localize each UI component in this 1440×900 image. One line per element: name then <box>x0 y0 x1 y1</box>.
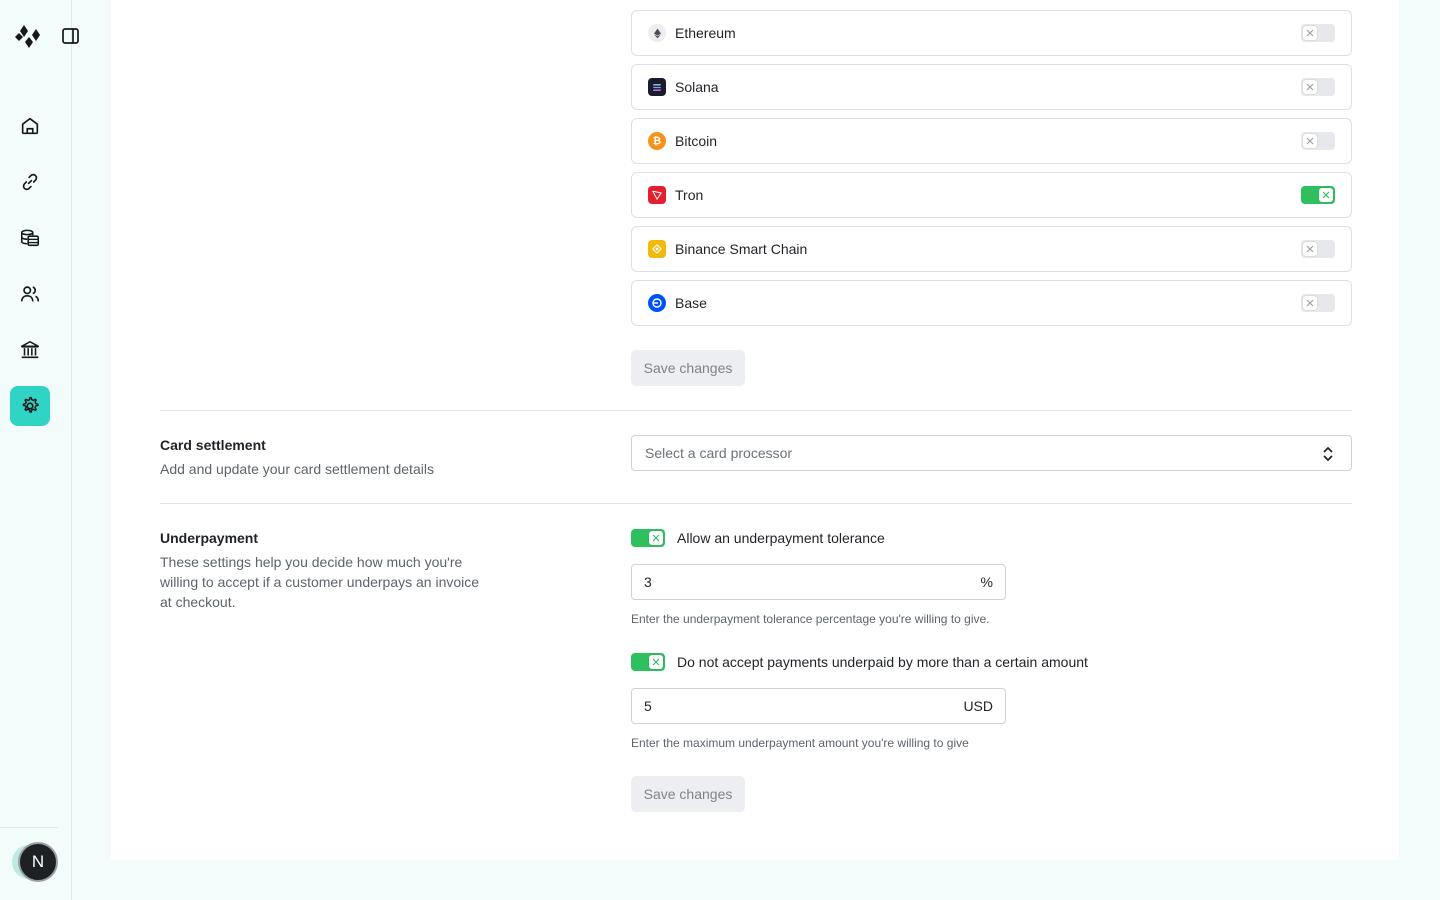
chain-label: Solana <box>675 79 719 95</box>
x-icon <box>1303 134 1317 148</box>
card-processor-select[interactable]: Select a card processor <box>631 435 1352 471</box>
x-icon <box>649 655 663 669</box>
logo[interactable] <box>15 21 45 51</box>
tolerance-toggle-row: Allow an underpayment tolerance <box>631 529 885 547</box>
percent-suffix: % <box>980 574 993 590</box>
chain-label: Tron <box>675 187 704 203</box>
chain-row-bitcoin: ₿ Bitcoin <box>631 118 1352 164</box>
max-toggle-row: Do not accept payments underpaid by more… <box>631 653 1088 671</box>
binance-icon <box>648 240 666 258</box>
chevron-up-down-icon <box>1323 446 1333 462</box>
x-icon <box>1303 296 1317 310</box>
sidebar: N <box>0 0 79 900</box>
nav-settings[interactable] <box>10 386 50 426</box>
chain-label: Base <box>675 295 707 311</box>
solana-icon <box>648 78 666 96</box>
nav-home[interactable] <box>10 106 50 146</box>
chain-row-bsc: Binance Smart Chain <box>631 226 1352 272</box>
x-icon <box>1319 188 1333 202</box>
chain-label: Binance Smart Chain <box>675 241 808 257</box>
select-placeholder: Select a card processor <box>645 445 793 461</box>
gear-icon <box>22 396 39 413</box>
bank-icon <box>20 340 40 359</box>
bitcoin-icon: ₿ <box>648 132 666 150</box>
underpayment-title: Underpayment <box>160 530 259 546</box>
chain-row-ethereum: Ethereum <box>631 10 1352 56</box>
max-underpayment-toggle[interactable] <box>631 653 665 671</box>
ethereum-icon <box>648 24 666 42</box>
tron-icon <box>648 186 666 204</box>
base-toggle[interactable] <box>1301 294 1335 312</box>
sidebar-divider <box>0 827 58 828</box>
home-icon <box>21 117 39 135</box>
chain-row-base: Base <box>631 280 1352 326</box>
solana-toggle[interactable] <box>1301 78 1335 96</box>
coins-icon <box>20 229 40 247</box>
save-underpayment-button[interactable]: Save changes <box>631 776 745 812</box>
nav-customers[interactable] <box>10 274 50 314</box>
bitcoin-toggle[interactable] <box>1301 132 1335 150</box>
avatar[interactable]: N <box>18 842 58 882</box>
users-icon <box>20 286 40 302</box>
save-chains-button[interactable]: Save changes <box>631 350 745 386</box>
divider <box>160 410 1352 411</box>
sidebar-toggle-icon[interactable] <box>61 27 81 45</box>
tolerance-input[interactable] <box>644 574 981 590</box>
x-icon <box>1303 80 1317 94</box>
link-icon <box>22 173 38 191</box>
underpayment-description: These settings help you decide how much … <box>160 554 480 610</box>
max-underpayment-label: Do not accept payments underpaid by more… <box>677 654 1088 670</box>
chain-row-solana: Solana <box>631 64 1352 110</box>
bsc-toggle[interactable] <box>1301 240 1335 258</box>
max-amount-input[interactable] <box>644 698 964 714</box>
x-icon <box>1303 242 1317 256</box>
tolerance-hint: Enter the underpayment tolerance percent… <box>631 612 990 626</box>
max-amount-hint: Enter the maximum underpayment amount yo… <box>631 736 969 750</box>
max-amount-field: USD <box>631 688 1006 724</box>
base-icon <box>648 294 666 312</box>
tron-toggle[interactable] <box>1301 186 1335 204</box>
chain-row-tron: Tron <box>631 172 1352 218</box>
x-icon <box>649 531 663 545</box>
nav-payments[interactable] <box>10 218 50 258</box>
currency-suffix: USD <box>963 698 993 714</box>
tolerance-toggle[interactable] <box>631 529 665 547</box>
nav-bank[interactable] <box>10 330 50 370</box>
chain-label: Ethereum <box>675 25 736 41</box>
ethereum-toggle[interactable] <box>1301 24 1335 42</box>
nav-links[interactable] <box>10 162 50 202</box>
card-settlement-description: Add and update your card settlement deta… <box>160 461 434 477</box>
card-settlement-title: Card settlement <box>160 437 266 453</box>
tolerance-label: Allow an underpayment tolerance <box>677 530 885 546</box>
x-icon <box>1303 26 1317 40</box>
chain-label: Bitcoin <box>675 133 718 149</box>
divider <box>160 503 1352 504</box>
tolerance-field: % <box>631 564 1006 600</box>
